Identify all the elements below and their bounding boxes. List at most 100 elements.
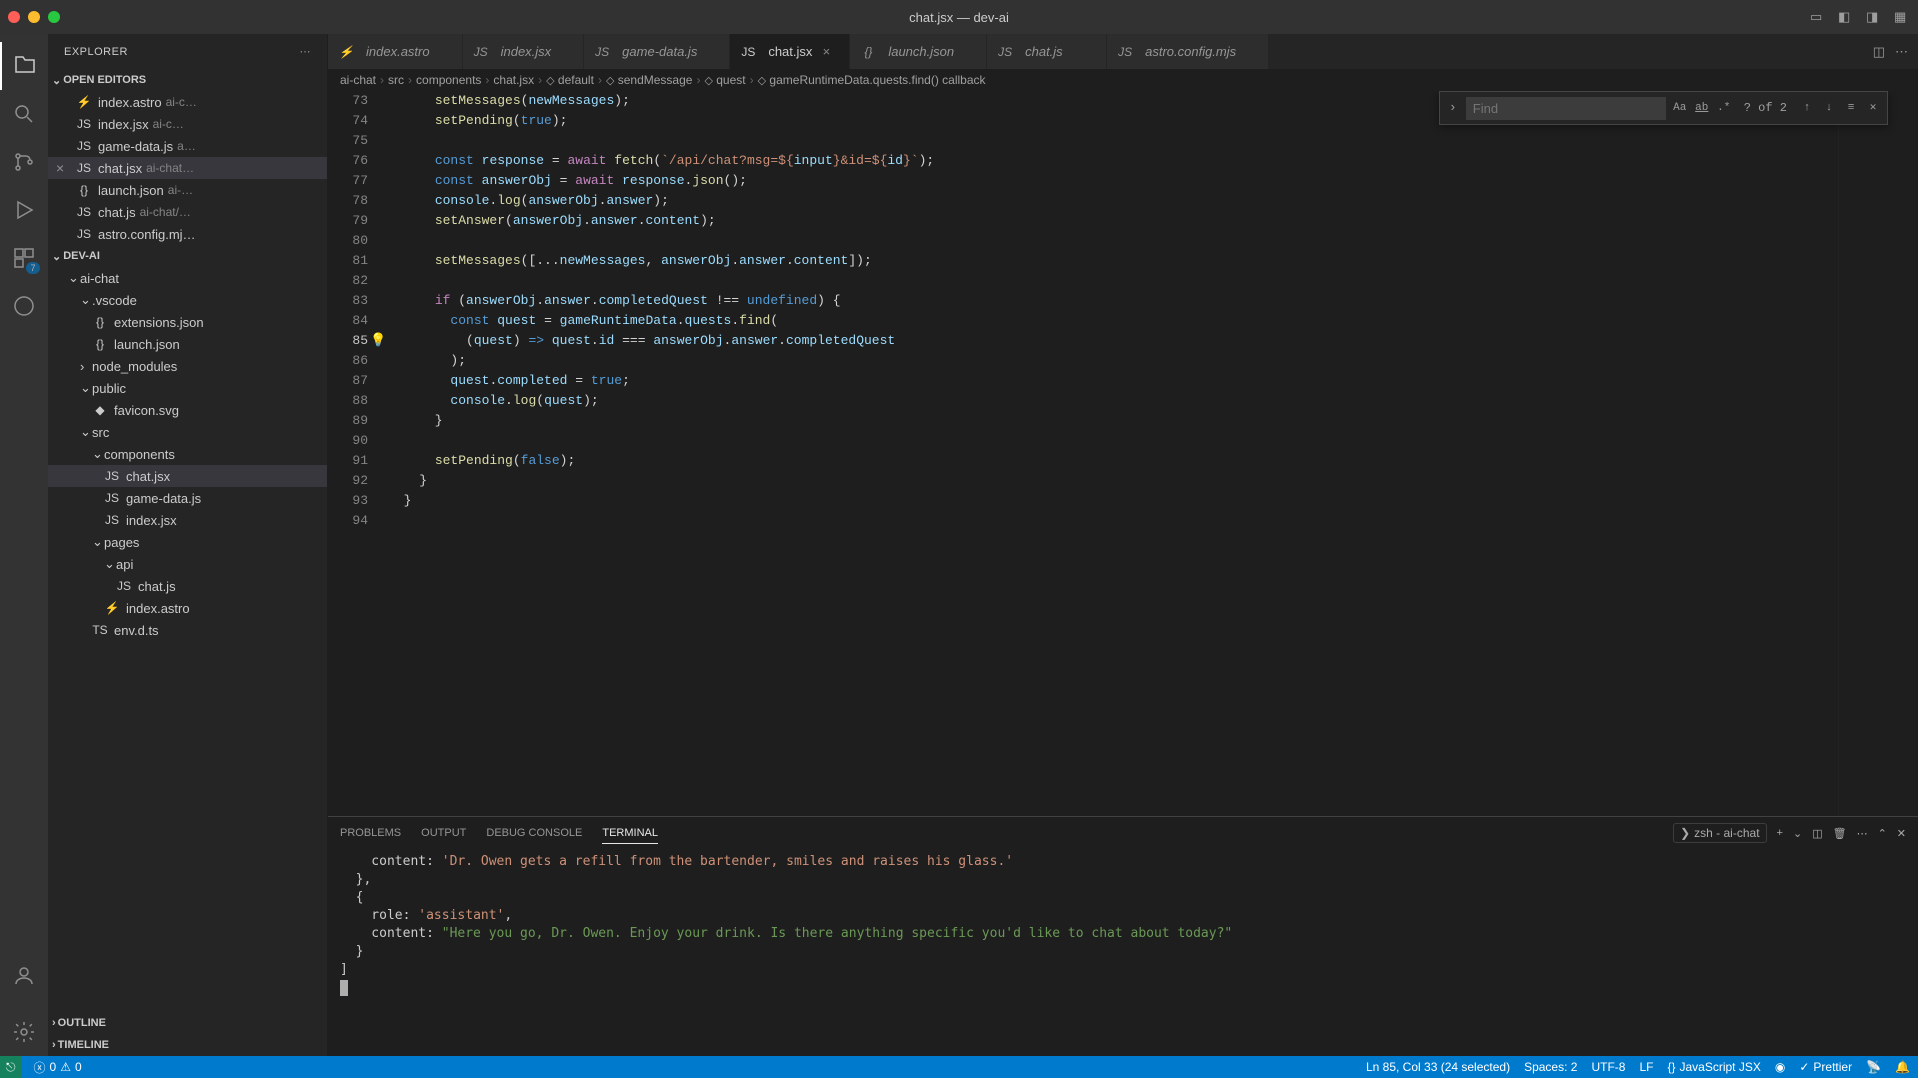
more-actions-icon[interactable]: ⋯ — [1895, 44, 1908, 60]
close-window[interactable] — [8, 11, 20, 23]
minimap[interactable] — [1838, 91, 1918, 816]
indentation[interactable]: Spaces: 2 — [1524, 1060, 1577, 1074]
toggle-panel-icon[interactable]: ▭ — [1810, 9, 1826, 25]
breadcrumb-item[interactable]: src — [388, 73, 404, 87]
editor-tab[interactable]: {}launch.json× — [850, 34, 987, 69]
breadcrumb-item[interactable]: ◇ gameRuntimeData.quests.find() callback — [758, 73, 986, 87]
split-editor-icon[interactable]: ◫ — [1873, 44, 1885, 60]
close-panel-icon[interactable]: ✕ — [1897, 827, 1906, 840]
folder-item[interactable]: ›node_modules — [48, 355, 327, 377]
panel-tab[interactable]: TERMINAL — [602, 823, 658, 844]
lightbulb-icon[interactable]: 💡 — [370, 331, 384, 351]
eol[interactable]: LF — [1639, 1060, 1653, 1074]
errors-count[interactable]: ⓧ 0 ⚠ 0 — [34, 1059, 82, 1076]
file-item[interactable]: {}extensions.json — [48, 311, 327, 333]
folder-item[interactable]: ⌄ai-chat — [48, 267, 327, 289]
match-word-icon[interactable]: ab — [1692, 98, 1712, 118]
breadcrumb-item[interactable]: components — [416, 73, 481, 87]
run-debug-activity[interactable] — [0, 186, 48, 234]
folder-item[interactable]: ⌄src — [48, 421, 327, 443]
folder-item[interactable]: ⌄.vscode — [48, 289, 327, 311]
file-item[interactable]: JSgame-data.js — [48, 487, 327, 509]
open-editor-item[interactable]: ×⚡index.astroai-c… — [48, 91, 327, 113]
panel-tab[interactable]: OUTPUT — [421, 823, 466, 844]
breadcrumb-item[interactable]: ◇ default — [546, 73, 594, 87]
open-editors-section[interactable]: ⌄ OPEN EDITORS — [48, 69, 327, 91]
remote-indicator[interactable]: ⎋ — [0, 1056, 22, 1078]
find-selection-icon[interactable]: ≡ — [1841, 98, 1861, 118]
cursor-position[interactable]: Ln 85, Col 33 (24 selected) — [1366, 1060, 1510, 1074]
find-input[interactable] — [1466, 97, 1666, 120]
code-content[interactable]: setMessages(newMessages); setPending(tru… — [388, 91, 1838, 816]
find-toggle-replace-icon[interactable]: › — [1444, 98, 1462, 118]
breadcrumb-item[interactable]: ai-chat — [340, 73, 376, 87]
toggle-sidebar-icon[interactable]: ◧ — [1838, 9, 1854, 25]
editor-tab[interactable]: JSchat.jsx× — [730, 34, 850, 69]
folder-item[interactable]: ⌄pages — [48, 531, 327, 553]
open-editor-item[interactable]: ×{}launch.jsonai-… — [48, 179, 327, 201]
terminal-output[interactable]: content: 'Dr. Owen gets a refill from th… — [328, 849, 1918, 1056]
folder-item[interactable]: ⌄api — [48, 553, 327, 575]
timeline-section[interactable]: › TIMELINE — [48, 1034, 327, 1056]
language-mode[interactable]: {} JavaScript JSX — [1667, 1060, 1760, 1074]
search-activity[interactable] — [0, 90, 48, 138]
terminal-shell-selector[interactable]: ❯ zsh - ai-chat — [1673, 823, 1766, 843]
notifications-icon[interactable]: 🔔 — [1895, 1060, 1910, 1074]
open-editor-item[interactable]: ×JSchat.jsxai-chat… — [48, 157, 327, 179]
editor-tab[interactable]: JSchat.js× — [987, 34, 1107, 69]
file-item[interactable]: ⚡index.astro — [48, 597, 327, 619]
customize-layout-icon[interactable]: ▦ — [1894, 9, 1910, 25]
open-editor-item[interactable]: ×JSchat.jsai-chat/… — [48, 201, 327, 223]
maximize-panel-icon[interactable]: ⌃ — [1878, 827, 1887, 840]
breadcrumb-item[interactable]: ◇ sendMessage — [606, 73, 693, 87]
extensions-activity[interactable]: 7 — [0, 234, 48, 282]
panel-more-icon[interactable]: ⋯ — [1857, 827, 1868, 840]
open-editor-item[interactable]: ×JSindex.jsxai-c… — [48, 113, 327, 135]
toggle-secondary-icon[interactable]: ◨ — [1866, 9, 1882, 25]
breadcrumb-item[interactable]: ◇ quest — [704, 73, 745, 87]
match-case-icon[interactable]: Aa — [1670, 98, 1690, 118]
edge-activity[interactable] — [0, 282, 48, 330]
prettier-status[interactable]: ✓ Prettier — [1799, 1060, 1852, 1074]
explorer-activity[interactable] — [0, 42, 48, 90]
eslint-status[interactable]: ◉ — [1775, 1060, 1785, 1074]
editor-tab[interactable]: JSgame-data.js× — [584, 34, 730, 69]
sidebar-more-icon[interactable]: ⋯ — [300, 45, 312, 58]
regex-icon[interactable]: .* — [1714, 98, 1734, 118]
find-next-icon[interactable]: ↓ — [1819, 98, 1839, 118]
folder-item[interactable]: ⌄components — [48, 443, 327, 465]
minimize-window[interactable] — [28, 11, 40, 23]
close-tab-icon[interactable]: × — [818, 44, 834, 59]
project-section[interactable]: ⌄ DEV-AI — [48, 245, 327, 267]
panel-tab[interactable]: DEBUG CONSOLE — [486, 823, 582, 844]
settings-activity[interactable] — [0, 1008, 48, 1056]
outline-section[interactable]: › OUTLINE — [48, 1012, 327, 1034]
new-terminal-icon[interactable]: + — [1777, 827, 1783, 839]
encoding[interactable]: UTF-8 — [1591, 1060, 1625, 1074]
folder-item[interactable]: ⌄public — [48, 377, 327, 399]
kill-terminal-icon[interactable]: 🗑 — [1833, 827, 1847, 840]
panel-tab[interactable]: PROBLEMS — [340, 823, 401, 844]
editor-tab[interactable]: JSastro.config.mjs× — [1107, 34, 1269, 69]
editor-body[interactable]: 7374757677787980818283848586878889909192… — [328, 91, 1918, 816]
split-terminal-icon[interactable]: ◫ — [1812, 827, 1822, 840]
file-item[interactable]: JSchat.js — [48, 575, 327, 597]
find-prev-icon[interactable]: ↑ — [1797, 98, 1817, 118]
file-item[interactable]: ◆favicon.svg — [48, 399, 327, 421]
file-item[interactable]: JSchat.jsx — [48, 465, 327, 487]
breadcrumb-item[interactable]: chat.jsx — [493, 73, 534, 87]
feedback-icon[interactable]: 📡 — [1866, 1060, 1881, 1074]
source-control-activity[interactable] — [0, 138, 48, 186]
close-icon[interactable]: × — [56, 160, 72, 176]
editor-tab[interactable]: JSindex.jsx× — [463, 34, 585, 69]
maximize-window[interactable] — [48, 11, 60, 23]
open-editor-item[interactable]: ×JSgame-data.jsa… — [48, 135, 327, 157]
file-item[interactable]: {}launch.json — [48, 333, 327, 355]
open-editor-item[interactable]: ×JSastro.config.mj… — [48, 223, 327, 245]
file-item[interactable]: JSindex.jsx — [48, 509, 327, 531]
editor-tab[interactable]: ⚡index.astro× — [328, 34, 463, 69]
accounts-activity[interactable] — [0, 952, 48, 1000]
breadcrumbs[interactable]: ai-chat›src›components›chat.jsx›◇ defaul… — [328, 69, 1918, 91]
terminal-dropdown-icon[interactable]: ⌄ — [1793, 827, 1802, 840]
file-item[interactable]: TSenv.d.ts — [48, 619, 327, 641]
